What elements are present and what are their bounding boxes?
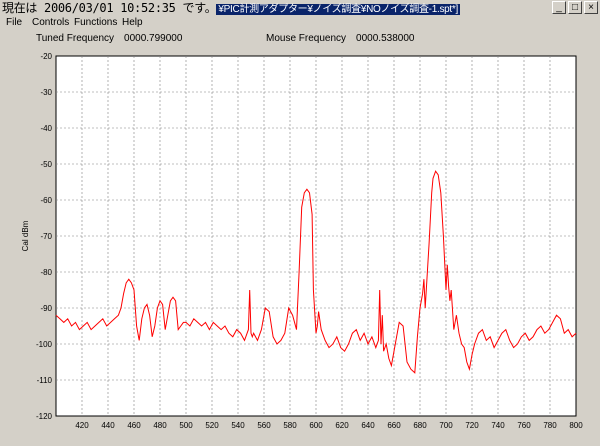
y-tick-label: -80 — [40, 268, 52, 277]
x-tick-label: 740 — [491, 421, 505, 430]
y-tick-label: -70 — [40, 232, 52, 241]
menu-controls[interactable]: Controls — [32, 16, 69, 30]
close-button[interactable]: × — [584, 1, 598, 14]
menu-file[interactable]: File — [6, 16, 22, 30]
x-tick-label: 640 — [361, 421, 375, 430]
x-tick-label: 760 — [517, 421, 531, 430]
x-tick-label: 660 — [387, 421, 401, 430]
y-tick-label: -110 — [37, 376, 53, 385]
title-file-path: ¥PIC計測アダプター¥ノイズ調査¥NOノイズ調査-1.spt*] — [216, 4, 460, 15]
y-tick-label: -40 — [40, 124, 52, 133]
x-tick-label: 500 — [179, 421, 193, 430]
y-tick-label: -120 — [36, 412, 53, 421]
y-tick-label: -100 — [36, 340, 53, 349]
y-tick-label: -20 — [40, 52, 52, 61]
tuned-frequency-readout: Tuned Frequency 0000.799000 — [36, 33, 182, 44]
y-tick-label: -60 — [40, 196, 52, 205]
y-tick-label: -50 — [40, 160, 52, 169]
x-tick-label: 680 — [413, 421, 427, 430]
y-tick-label: -30 — [40, 88, 52, 97]
title-bar[interactable]: 現在は 2006/03/01 10:52:35 です。 ¥PIC計測アダプター¥ノ… — [0, 0, 600, 16]
x-tick-label: 560 — [257, 421, 271, 430]
x-tick-label: 520 — [205, 421, 219, 430]
title-timestamp-overlay: 現在は 2006/03/01 10:52:35 です。 — [2, 1, 217, 15]
x-tick-label: 600 — [309, 421, 323, 430]
x-tick-label: 540 — [231, 421, 245, 430]
x-tick-label: 480 — [153, 421, 167, 430]
mouse-frequency-readout: Mouse Frequency 0000.538000 — [266, 33, 414, 44]
tuned-frequency-label: Tuned Frequency — [36, 33, 115, 44]
mouse-frequency-label: Mouse Frequency — [266, 33, 347, 44]
spectrum-chart[interactable]: -20 -30 -40 -50 -60 -70 -80 -90 -100 -110 -120 420 4… — [0, 46, 600, 446]
y-axis-label: Cal dBm — [21, 220, 30, 251]
y-tick-label: -90 — [40, 304, 52, 313]
x-tick-label: 420 — [75, 421, 89, 430]
x-tick-label: 580 — [283, 421, 297, 430]
menu-help[interactable]: Help — [122, 16, 143, 30]
x-tick-label: 780 — [543, 421, 557, 430]
x-tick-label: 440 — [101, 421, 115, 430]
x-tick-label: 800 — [569, 421, 583, 430]
x-tick-label: 620 — [335, 421, 349, 430]
minimize-button[interactable]: _ — [552, 1, 566, 14]
window-title: 現在は 2006/03/01 10:52:35 です。 ¥PIC計測アダプター¥ノ… — [2, 0, 490, 16]
tuned-frequency-value: 0000.799000 — [124, 33, 183, 44]
maximize-button[interactable]: □ — [568, 1, 582, 14]
mouse-frequency-value: 0000.538000 — [356, 33, 415, 44]
menu-bar: File Controls Functions Help — [0, 16, 600, 30]
x-tick-label: 720 — [465, 421, 479, 430]
x-tick-label: 460 — [127, 421, 141, 430]
menu-functions[interactable]: Functions — [74, 16, 117, 30]
x-tick-label: 700 — [439, 421, 453, 430]
